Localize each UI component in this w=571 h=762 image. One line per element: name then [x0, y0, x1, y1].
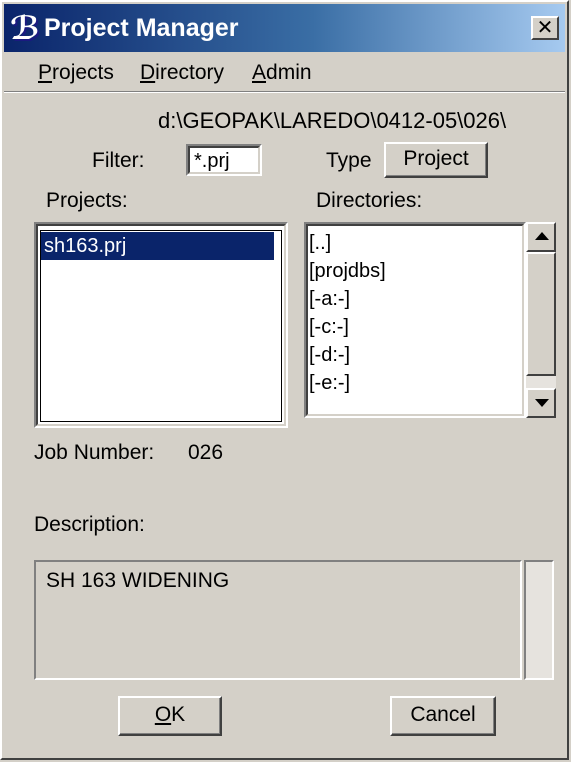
bentley-b-icon: ℬ: [10, 9, 40, 47]
menu-projects[interactable]: Projects: [38, 60, 114, 86]
filter-label: Filter:: [92, 149, 145, 172]
directories-scrollbar[interactable]: [526, 222, 556, 418]
description-scrollbar[interactable]: [524, 560, 554, 680]
directory-item[interactable]: [-a:-]: [306, 285, 350, 313]
menu-admin[interactable]: Admin: [252, 60, 312, 86]
close-button[interactable]: ✕: [531, 16, 559, 40]
job-number-label: Job Number:: [34, 441, 155, 464]
ok-label: K: [171, 703, 186, 726]
projects-list-focus: sh163.prj: [40, 230, 282, 422]
directory-item[interactable]: [..]: [306, 229, 331, 257]
current-path: d:\GEOPAK\LAREDO\0412-05\026\: [158, 108, 507, 133]
menu-admin-mnemonic: A: [252, 61, 267, 84]
menu-admin-label: dmin: [266, 61, 312, 84]
type-label: Type: [326, 149, 372, 172]
menu-directory-label: irectory: [155, 61, 225, 84]
menu-directory-mnemonic: D: [140, 61, 156, 84]
description-label: Description:: [34, 513, 145, 536]
description-field[interactable]: SH 163 WIDENING: [34, 560, 522, 680]
cancel-label: Cancel: [410, 703, 476, 726]
arrow-up-icon: [535, 232, 549, 240]
project-item-sh163[interactable]: sh163.prj: [41, 232, 274, 260]
ok-mnemonic: O: [154, 703, 172, 726]
type-button-label: Project: [403, 147, 469, 170]
filter-value: *.prj: [194, 150, 230, 172]
projects-list[interactable]: sh163.prj: [34, 222, 288, 428]
cancel-button[interactable]: Cancel: [390, 696, 496, 736]
menu-directory[interactable]: Directory: [140, 60, 224, 86]
job-number-value: 026: [188, 441, 224, 464]
scroll-down-button[interactable]: [526, 388, 556, 418]
directory-item[interactable]: [-e:-]: [306, 369, 350, 397]
window-title: Project Manager: [44, 14, 239, 42]
ok-button[interactable]: OK: [118, 696, 222, 736]
menu-projects-label: rojects: [52, 61, 114, 84]
menu-bar: Projects Directory Admin: [4, 54, 565, 90]
projects-label: Projects:: [46, 189, 128, 212]
menu-projects-mnemonic: P: [38, 61, 53, 84]
directories-label: Directories:: [316, 189, 423, 212]
directory-item[interactable]: [projdbs]: [306, 257, 386, 285]
directories-list[interactable]: [..] [projdbs] [-a:-] [-c:-] [-d:-] [-e:…: [304, 222, 526, 418]
directory-item[interactable]: [-d:-]: [306, 341, 350, 369]
description-value: SH 163 WIDENING: [46, 569, 230, 592]
scroll-thumb[interactable]: [526, 252, 556, 376]
menu-separator: [4, 91, 565, 93]
filter-input[interactable]: *.prj: [186, 144, 262, 176]
close-icon: ✕: [536, 15, 554, 39]
arrow-down-icon: [535, 399, 549, 407]
directory-item[interactable]: [-c:-]: [306, 313, 349, 341]
scroll-up-button[interactable]: [526, 222, 556, 252]
type-project-button[interactable]: Project: [384, 142, 488, 178]
title-bar[interactable]: ℬ Project Manager ✕: [4, 4, 565, 52]
